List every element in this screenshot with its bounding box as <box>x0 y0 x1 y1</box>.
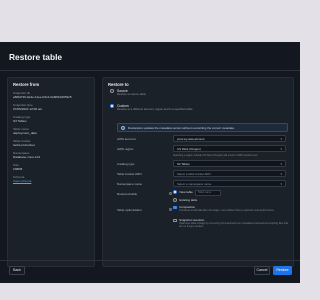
aws-region-row: AWS region US West (Oregon) ▾ <box>117 145 288 152</box>
new-table-label: New table <box>179 190 193 194</box>
table-bucket-arn-label: Table bucket ARN <box>117 171 142 176</box>
restore-to-panel: Restore to Source Restore to source tabl… <box>102 77 294 267</box>
table-bucket-arn-select[interactable]: Select a table bucket ARN ▾ <box>173 170 286 177</box>
existing-table-radio[interactable] <box>173 198 177 203</box>
catalog-type-label: Catalog type <box>117 161 135 166</box>
restore-from-panel: Restore from Snapshot ID a6f9d729-0ede-1… <box>7 77 95 267</box>
chevron-down-icon: ▾ <box>280 182 282 186</box>
namespace-field: Namespace Database-zone-121 <box>13 151 41 159</box>
chevron-down-icon: ▾ <box>280 162 282 166</box>
footer-divider <box>0 260 300 261</box>
source-radio[interactable] <box>110 89 114 94</box>
catalog-type-value: S3 Tables <box>177 162 190 166</box>
chevron-down-icon: ▾ <box>280 137 282 141</box>
namespace-name-placeholder: Select a namespace name <box>177 182 212 186</box>
new-table-radio[interactable] <box>173 190 177 195</box>
back-button[interactable]: Back <box>9 266 25 275</box>
aws-account-row: AWS account prod-wy-aws-account ▾ <box>117 135 288 142</box>
table-bucket-field: Table bucket tsobs-ict-bucket <box>13 139 35 147</box>
new-table-name-input[interactable]: Table name <box>195 190 222 196</box>
source-option-desc: Restore to source table <box>117 92 146 97</box>
snapshot-time-field: Snapshot time 07/06/2024 12:00 am <box>13 103 43 111</box>
info-icon: i <box>121 125 125 130</box>
snapshot-retention-desc: Optimizes table storage by removing old … <box>179 222 289 229</box>
view-schema-link[interactable]: View schema <box>13 179 31 184</box>
aws-account-select[interactable]: prod-wy-aws-account ▾ <box>173 135 286 142</box>
chevron-down-icon: ▾ <box>280 147 282 151</box>
aws-region-label: AWS region <box>117 146 134 151</box>
chevron-down-icon: ▾ <box>280 172 282 176</box>
restore-to-header: Restore to <box>108 82 129 87</box>
compaction-desc: Combines small data files into larger, m… <box>179 209 275 213</box>
restore-table-dialog: Restore table Restore from Snapshot ID a… <box>0 42 300 283</box>
help-icon[interactable]: ? <box>169 191 172 195</box>
aws-region-select[interactable]: US West (Oregon) ▾ <box>173 145 286 152</box>
restore-button[interactable]: Restore <box>273 266 292 275</box>
aws-account-label: AWS account <box>117 136 136 141</box>
catalog-type-select[interactable]: S3 Tables ▾ <box>173 160 286 167</box>
table-bucket-arn-placeholder: Select a table bucket ARN <box>177 172 211 176</box>
snapshot-id-field: Snapshot ID a6f9d729-0ede-11ee-b9c4-0a6f… <box>13 91 72 99</box>
info-text: Restoration updates the metadata version… <box>128 125 235 130</box>
custom-option-desc: Restore to a different account, region a… <box>117 107 193 112</box>
aws-region-value: US West (Oregon) <box>177 147 201 151</box>
cancel-button[interactable]: Cancel <box>254 266 270 275</box>
size-field: Size 238KB <box>13 163 23 171</box>
snapshot-retention-option[interactable]: Snapshot retention Optimizes table stora… <box>173 218 289 228</box>
namespace-name-select[interactable]: Select a namespace name ▾ <box>173 180 286 187</box>
table-optimization-label: Table optimization <box>117 207 142 212</box>
header-divider <box>0 70 300 71</box>
snapshot-retention-checkbox[interactable] <box>173 218 177 223</box>
custom-radio[interactable] <box>110 104 114 109</box>
compaction-option[interactable]: Compaction Combines small data files int… <box>173 205 289 212</box>
dialog-title: Restore table <box>9 52 63 62</box>
table-bucket-arn-row: Table bucket ARN Select a table bucket A… <box>117 170 288 177</box>
existing-table-option[interactable]: Existing table <box>173 198 198 203</box>
aws-account-value: prod-wy-aws-account <box>177 137 205 141</box>
aws-region-hint: Selecting a region outside US West (Oreg… <box>173 153 259 157</box>
info-alert: i Restoration updates the metadata versi… <box>117 123 288 132</box>
catalog-type-row: Catalog type S3 Tables ▾ <box>117 160 288 167</box>
catalog-type-field: Catalog type S3 Tables <box>13 115 31 123</box>
schema-field: Schema View schema <box>13 175 32 184</box>
source-option[interactable]: Source Restore to source table <box>110 89 146 97</box>
existing-table-label: Existing table <box>179 198 198 202</box>
restored-table-label: Restored table <box>117 191 138 196</box>
compaction-checkbox[interactable] <box>173 205 177 210</box>
restore-from-header: Restore from <box>13 82 40 87</box>
custom-option[interactable]: Custom Restore to a different account, r… <box>110 104 193 112</box>
help-icon[interactable]: ? <box>169 207 172 211</box>
new-table-option[interactable]: New table Table name <box>173 190 222 196</box>
namespace-name-row: Namespace name Select a namespace name ▾ <box>117 180 288 187</box>
table-name-field: Table name deployment_data <box>13 127 37 135</box>
namespace-name-label: Namespace name <box>117 181 143 186</box>
